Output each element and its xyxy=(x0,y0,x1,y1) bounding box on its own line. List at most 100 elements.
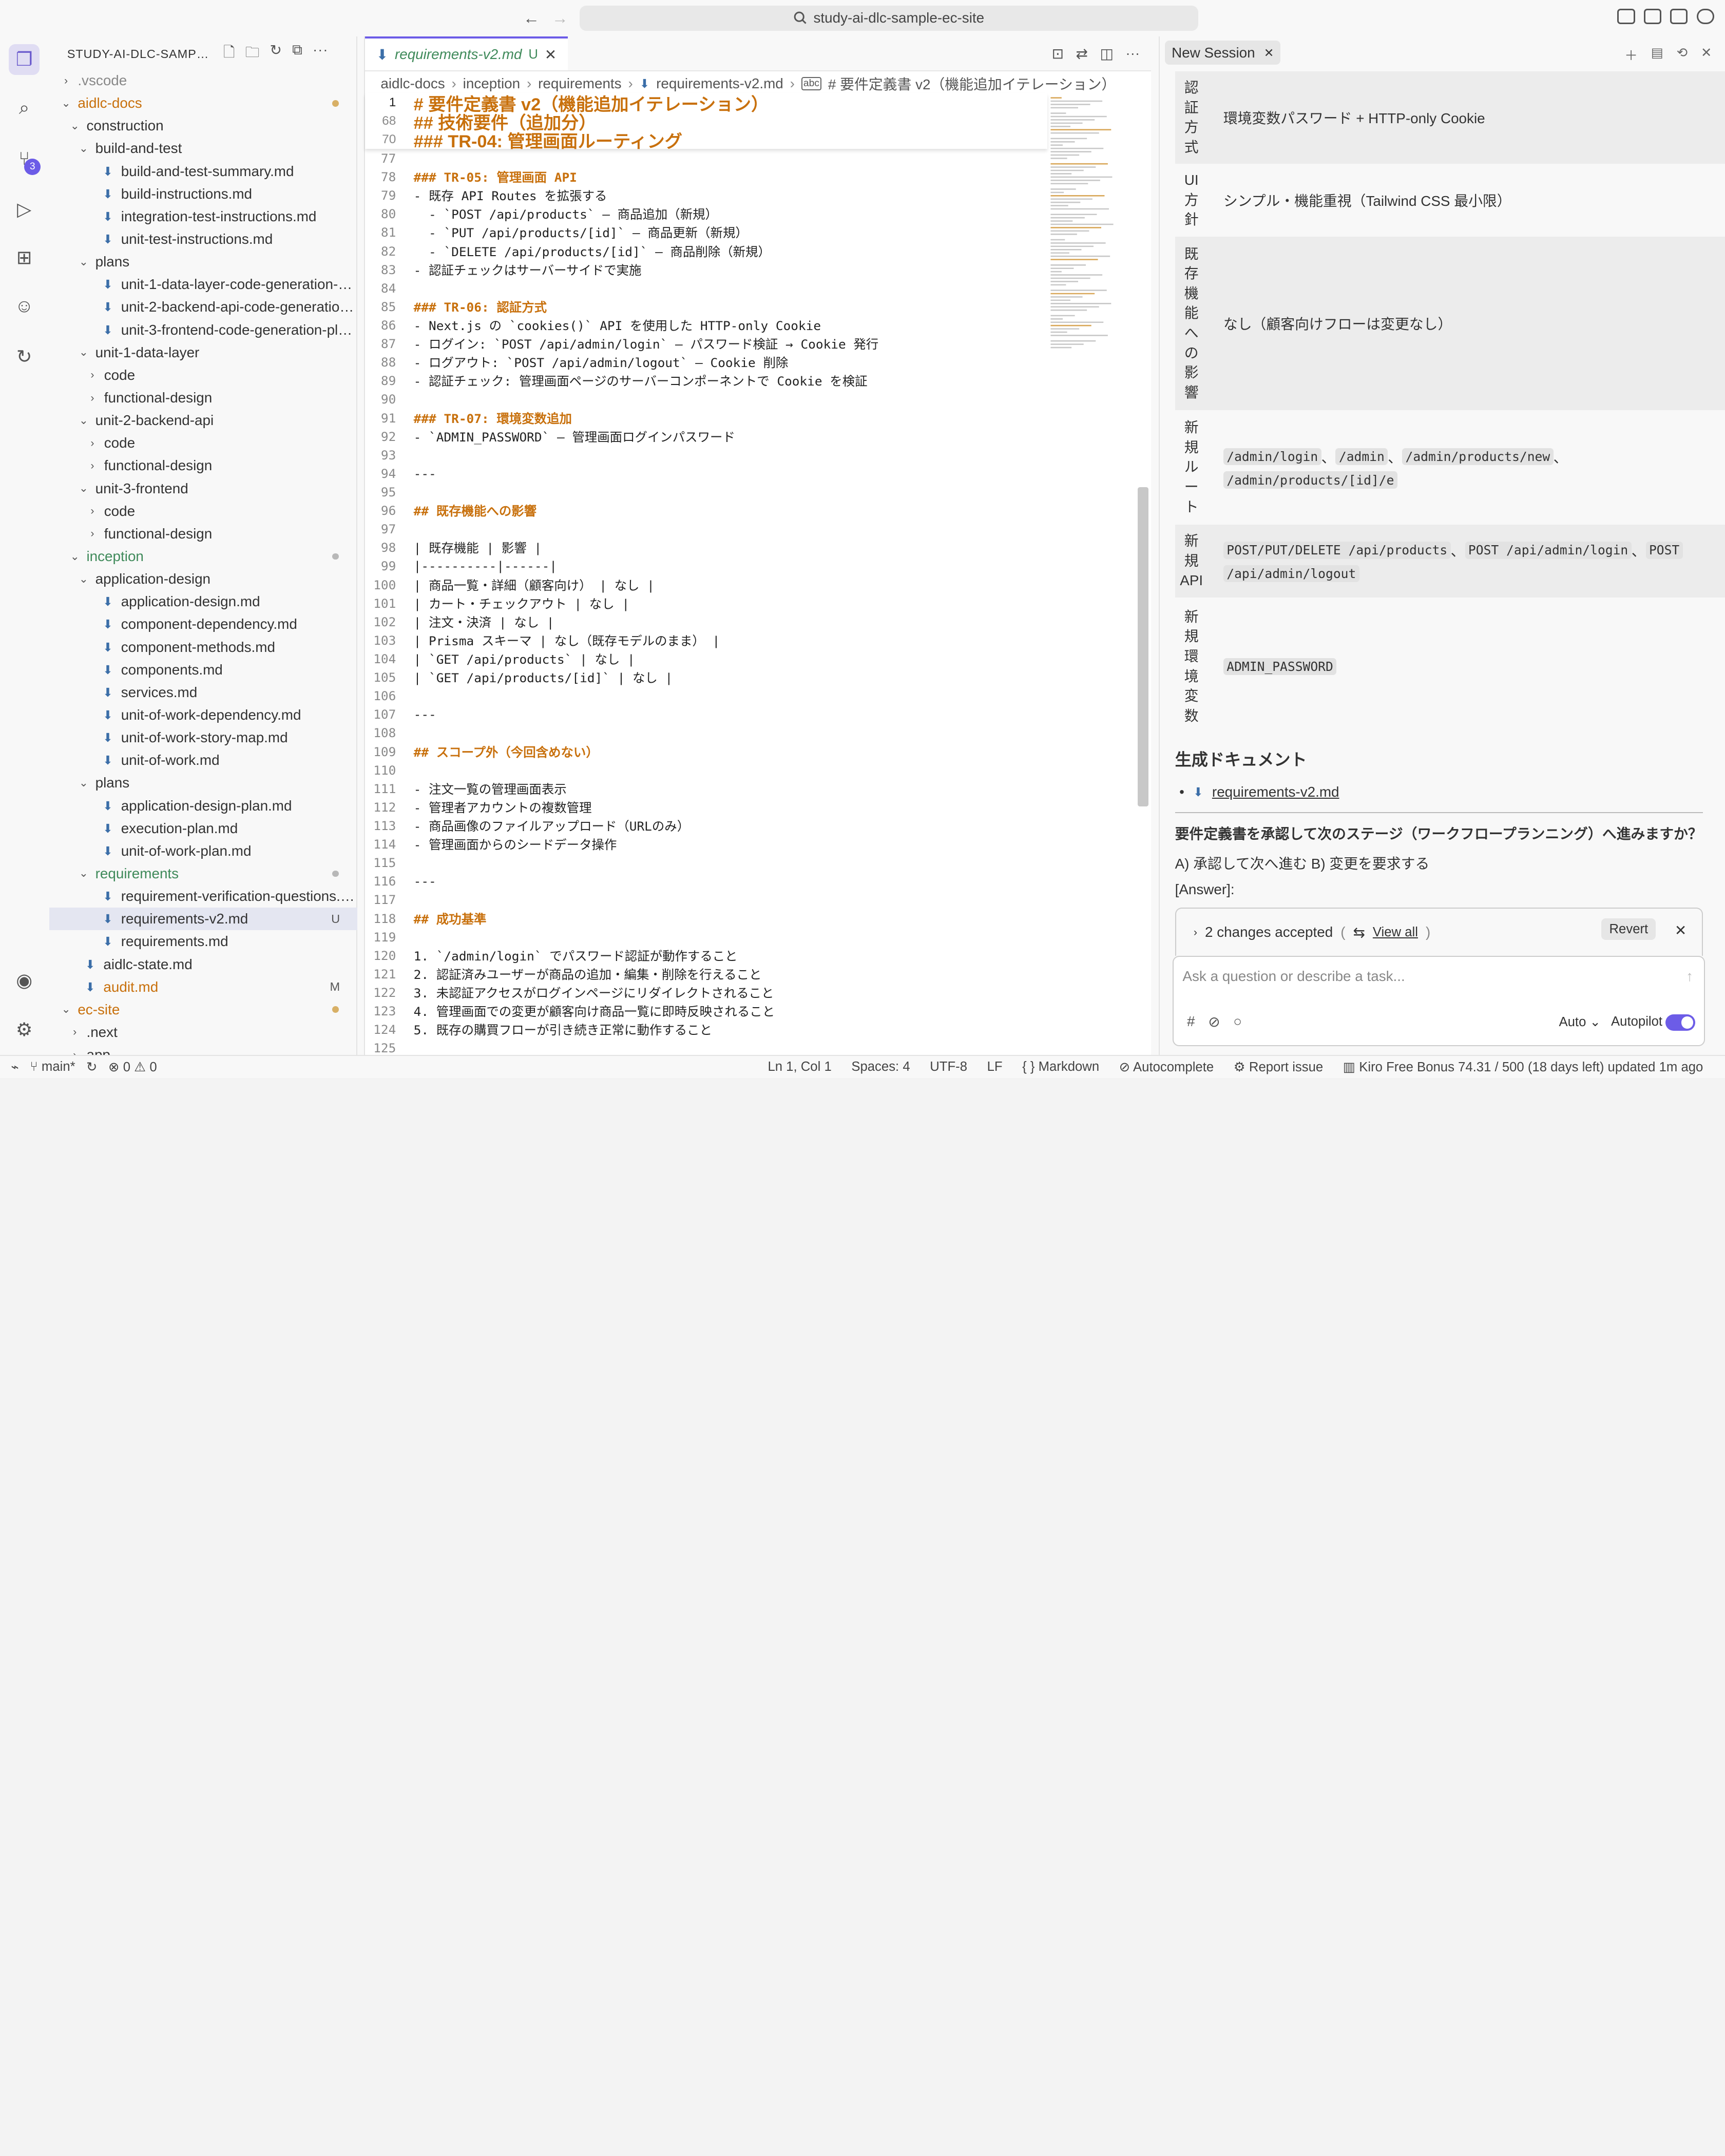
sync-icon[interactable]: ↻ xyxy=(86,1060,98,1075)
indentation[interactable]: Spaces: 4 xyxy=(851,1060,910,1074)
open-changes-icon[interactable]: ⇄ xyxy=(1076,45,1088,62)
tree-item[interactable]: ⬇ unit-1-data-layer-code-generation-pla..… xyxy=(49,273,357,296)
branch-item[interactable]: ⑂ main* xyxy=(30,1060,75,1074)
code-line[interactable]: 116 --- xyxy=(365,872,1135,891)
code-line[interactable]: 89 - 認証チェック: 管理画面ページのサーバーコンポーネントで Cookie … xyxy=(365,372,1135,390)
tree-item[interactable]: ⬇ build-instructions.md xyxy=(49,183,357,205)
code-line[interactable]: 99 |----------|------| xyxy=(365,557,1135,575)
tree-item[interactable]: ⬇ execution-plan.md xyxy=(49,817,357,840)
tree-item[interactable]: ⬇ requirements-v2.md U xyxy=(49,908,358,931)
code-line[interactable]: 102 | 注文・決済 | なし | xyxy=(365,612,1135,631)
context-hash-icon[interactable]: # xyxy=(1187,1013,1195,1030)
code-line[interactable]: 97 xyxy=(365,520,1135,538)
code-line[interactable]: 117 xyxy=(365,891,1135,909)
code-line[interactable]: 91 ### TR-07: 環境変数追加 xyxy=(365,409,1135,427)
code-line[interactable]: 121 2. 認証済みユーザーが商品の追加・編集・削除を行えること xyxy=(365,965,1135,983)
toggle-sidebar-icon[interactable] xyxy=(1643,9,1661,25)
tree-item[interactable]: ⬇ unit-of-work-plan.md xyxy=(49,840,357,862)
split-editor-icon[interactable]: ◫ xyxy=(1100,45,1113,62)
code-line[interactable]: 106 xyxy=(365,687,1135,705)
account-icon[interactable]: ◉ xyxy=(12,968,36,992)
code-line[interactable]: 80 - `POST /api/products` — 商品追加（新規） xyxy=(365,205,1135,223)
close-panel-icon[interactable]: ✕ xyxy=(1701,45,1712,64)
tree-item[interactable]: ⬇ services.md xyxy=(49,681,357,704)
new-folder-icon[interactable]: 🗀 xyxy=(245,42,260,66)
tree-item[interactable]: ⬇ unit-3-frontend-code-generation-plan... xyxy=(49,319,357,341)
tree-item[interactable]: ⌄ aidlc-docs xyxy=(49,92,357,114)
code-line[interactable]: 78 ### TR-05: 管理画面 API xyxy=(365,168,1135,186)
tree-item[interactable]: ⬇ unit-2-backend-api-code-generation-... xyxy=(49,296,357,318)
tree-item[interactable]: ⬇ requirement-verification-questions.md xyxy=(49,885,357,908)
layout-customize-icon[interactable] xyxy=(1617,9,1635,25)
breadcrumb-item[interactable]: requirements-v2.md xyxy=(656,75,783,92)
tree-item[interactable]: › functional-design xyxy=(49,454,357,477)
session-list-icon[interactable]: ▤ xyxy=(1651,45,1663,64)
problems-item[interactable]: ⊗ 0 ⚠ 0 xyxy=(108,1060,157,1075)
code-line[interactable]: 115 xyxy=(365,854,1135,872)
tree-item[interactable]: ⌄ requirements xyxy=(49,862,357,885)
tree-item[interactable]: ⬇ unit-of-work.md xyxy=(49,749,357,772)
more-actions-icon[interactable]: ··· xyxy=(1125,45,1140,62)
minimap[interactable] xyxy=(1047,93,1130,357)
code-line[interactable]: 122 3. 未認証アクセスがログインページにリダイレクトされること xyxy=(365,983,1135,1002)
code-line[interactable]: 70 ### TR-04: 管理画面ルーティング xyxy=(365,130,1047,151)
editor-scrollbar[interactable] xyxy=(1137,487,1149,806)
kiro-ghost-icon[interactable]: ☺ xyxy=(12,294,36,318)
code-line[interactable]: 87 - ログイン: `POST /api/admin/login` — パスワー… xyxy=(365,335,1135,353)
run-debug-icon[interactable]: ▷ xyxy=(12,197,36,221)
tree-item[interactable]: ⬇ audit.md M xyxy=(49,976,357,998)
encoding[interactable]: UTF-8 xyxy=(930,1060,967,1074)
code-line[interactable]: 85 ### TR-06: 認証方式 xyxy=(365,297,1135,316)
close-tab-icon[interactable]: ✕ xyxy=(545,46,557,63)
tree-item[interactable]: ⬇ components.md xyxy=(49,659,357,681)
open-preview-icon[interactable]: ⊡ xyxy=(1052,45,1064,62)
circle-icon[interactable]: ○ xyxy=(1233,1013,1242,1030)
revert-button[interactable]: Revert xyxy=(1601,918,1656,940)
code-line[interactable]: 104 | `GET /api/products` | なし | xyxy=(365,649,1135,668)
tree-item[interactable]: ⬇ application-design.md xyxy=(49,590,357,613)
tree-item[interactable]: › functional-design xyxy=(49,387,357,409)
forward-arrow-icon[interactable]: → xyxy=(550,9,570,28)
search-icon[interactable]: ⌕ xyxy=(12,95,36,120)
code-line[interactable]: 93 xyxy=(365,446,1135,464)
explorer-icon[interactable]: ❐ xyxy=(9,44,40,75)
tree-item[interactable]: ⌄ construction xyxy=(49,114,357,137)
close-session-icon[interactable]: ✕ xyxy=(1264,46,1274,60)
chevron-right-icon[interactable]: › xyxy=(1194,926,1197,939)
back-arrow-icon[interactable]: ← xyxy=(522,9,542,28)
code-line[interactable]: 98 | 既存機能 | 影響 | xyxy=(365,538,1135,557)
tree-item[interactable]: ⌄ inception xyxy=(49,545,357,568)
plan-usage-item[interactable]: ▥ Kiro Free Bonus 74.31 / 500 (18 days l… xyxy=(1343,1060,1703,1075)
toggle-panel-icon[interactable] xyxy=(1670,9,1688,25)
tab-requirements-v2[interactable]: ⬇ requirements-v2.md U ✕ xyxy=(365,36,568,71)
tree-item[interactable]: › code xyxy=(49,432,357,454)
send-arrow-icon[interactable]: ↑ xyxy=(1686,968,1693,985)
tree-item[interactable]: ⬇ component-dependency.md xyxy=(49,613,357,636)
tree-item[interactable]: ⌄ build-and-test xyxy=(49,137,357,160)
toggle-chat-icon[interactable] xyxy=(1696,9,1714,25)
chat-input-box[interactable]: Ask a question or describe a task... ↑ #… xyxy=(1173,956,1705,1046)
code-line[interactable]: 118 ## 成功基準 xyxy=(365,909,1135,928)
tree-item[interactable]: › functional-design xyxy=(49,523,357,545)
code-line[interactable]: 123 4. 管理画面での変更が顧客向け商品一覧に即時反映されること xyxy=(365,1002,1135,1021)
breadcrumb-item[interactable]: aidlc-docs xyxy=(380,75,445,92)
code-line[interactable]: 108 xyxy=(365,724,1135,742)
code-line[interactable]: 105 | `GET /api/products/[id]` | なし | xyxy=(365,668,1135,687)
chat-session-tab[interactable]: New Session ✕ xyxy=(1165,41,1281,65)
code-line[interactable]: 107 --- xyxy=(365,705,1135,724)
language-mode[interactable]: { } Markdown xyxy=(1022,1060,1099,1074)
tree-item[interactable]: ⬇ requirements.md xyxy=(49,930,357,953)
tree-item[interactable]: ⌄ plans xyxy=(49,251,357,273)
remote-icon[interactable]: ↻ xyxy=(12,344,36,369)
code-line[interactable]: 82 - `DELETE /api/products/[id]` — 商品削除（… xyxy=(365,242,1135,260)
code-line[interactable]: 79 - 既存 API Routes を拡張する xyxy=(365,186,1135,205)
tree-item[interactable]: ⌄ unit-1-data-layer xyxy=(49,341,357,364)
model-selector[interactable]: Auto ⌄ xyxy=(1559,1014,1601,1030)
view-all-link[interactable]: View all xyxy=(1373,925,1418,940)
code-line[interactable]: 83 - 認証チェックはサーバーサイドで実施 xyxy=(365,260,1135,279)
breadcrumb-item[interactable]: inception xyxy=(463,75,520,92)
code-line[interactable]: 81 - `PUT /api/products/[id]` — 商品更新（新規） xyxy=(365,223,1135,242)
code-line[interactable]: 103 | Prisma スキーマ | なし（既存モデルのまま） | xyxy=(365,631,1135,649)
breadcrumb-item[interactable]: requirements xyxy=(538,75,622,92)
tree-item[interactable]: ⬇ unit-test-instructions.md xyxy=(49,228,357,251)
